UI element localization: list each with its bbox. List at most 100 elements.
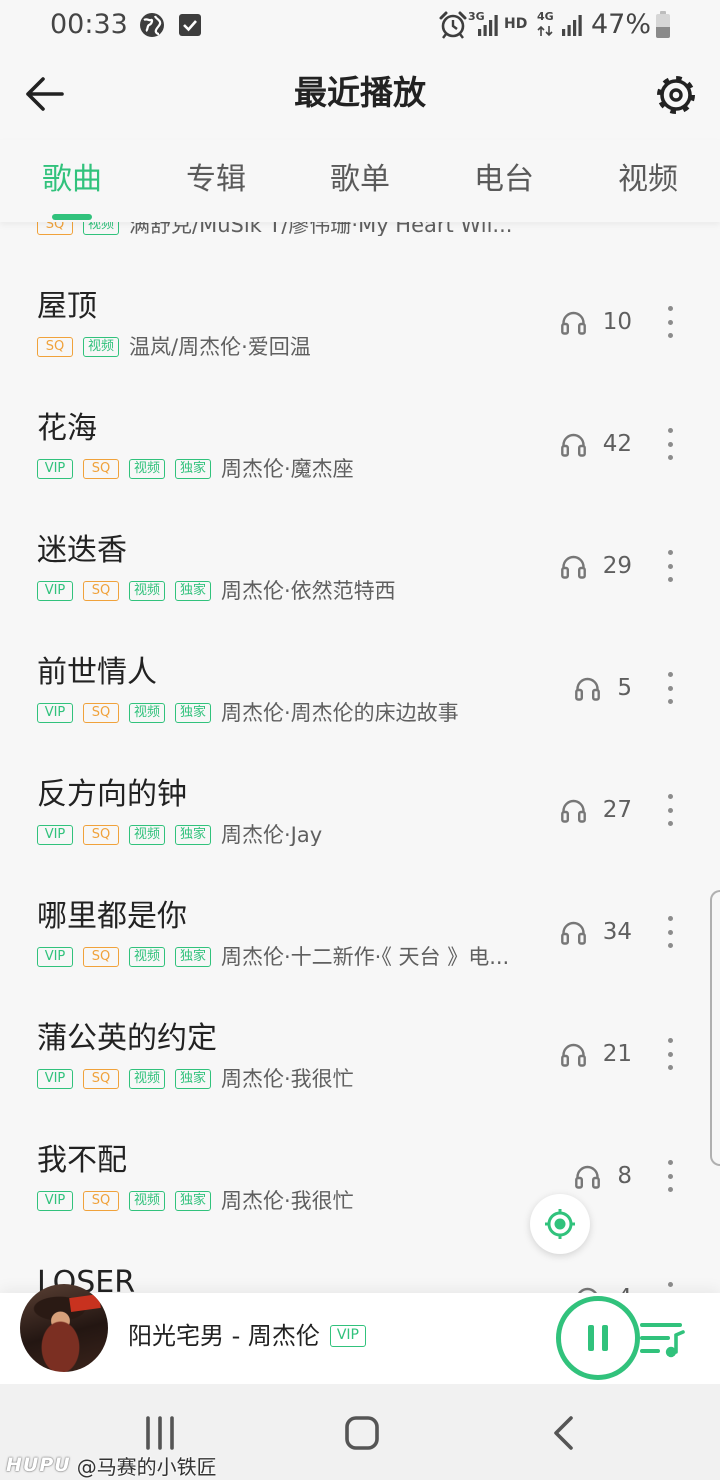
more-vertical-icon (667, 550, 673, 555)
badge-video: 视频 (129, 947, 165, 967)
tab-radio[interactable]: 电台 (432, 140, 576, 222)
song-row[interactable]: 我不配 VIP SQ 视频 独家 周杰伦·我很忙 8 (0, 1102, 720, 1224)
play-count-value: 8 (617, 1163, 632, 1189)
play-count: 34 (560, 918, 632, 946)
checkbox-icon (179, 14, 201, 36)
badge-vip: VIP (37, 703, 73, 723)
song-meta: VIP SQ 视频 独家 周杰伦·我很忙 (37, 1068, 354, 1090)
badge-video: 视频 (83, 222, 119, 235)
song-meta: VIP SQ 视频 独家 周杰伦·依然范特西 (37, 580, 396, 602)
more-vertical-icon (667, 306, 673, 311)
badge-exclusive: 独家 (175, 581, 211, 601)
mini-player[interactable]: 阳光宅男 - 周杰伦 VIP (0, 1284, 720, 1384)
song-row[interactable]: 迷迭香 VIP SQ 视频 独家 周杰伦·依然范特西 29 (0, 492, 720, 614)
badge-exclusive: 独家 (175, 825, 211, 845)
more-vertical-icon (667, 685, 673, 691)
more-options-button[interactable] (663, 304, 677, 340)
play-count-value: 42 (602, 431, 632, 457)
home-button[interactable] (342, 1413, 382, 1453)
artist-album: 周杰伦·Jay (221, 824, 323, 846)
song-list[interactable]: SQ 视频 满舒克/MuSik T/廖伟珊·My Heart Wil... 屋顶 SQ 视… (0, 222, 720, 1293)
album-art[interactable] (20, 1284, 108, 1372)
tab-albums[interactable]: 专辑 (144, 140, 288, 222)
song-row[interactable]: 花海 VIP SQ 视频 独家 周杰伦·魔杰座 42 (0, 370, 720, 492)
settings-button[interactable] (654, 73, 698, 117)
back-button[interactable] (22, 74, 66, 114)
tab-label: 专辑 (186, 162, 246, 197)
more-vertical-icon (667, 821, 673, 826)
play-count-value: 21 (602, 1041, 632, 1067)
artist-album: 温岚/周杰伦·爱回温 (129, 336, 311, 358)
more-vertical-icon (667, 916, 673, 921)
song-meta: VIP SQ 视频 独家 周杰伦·我很忙 (37, 1190, 354, 1212)
more-options-button[interactable] (663, 670, 677, 706)
more-vertical-icon (667, 943, 673, 948)
more-vertical-icon (667, 333, 673, 338)
play-count-value: 27 (602, 797, 632, 823)
tab-playlists[interactable]: 歌单 (288, 140, 432, 222)
play-count: 27 (560, 796, 632, 824)
badge-video: 视频 (129, 581, 165, 601)
more-vertical-icon (667, 672, 673, 677)
now-playing-title: 阳光宅男 - 周杰伦 (128, 1322, 320, 1350)
pause-button[interactable] (556, 1296, 640, 1380)
badge-sq: SQ (83, 1191, 119, 1211)
recent-apps-icon (146, 1416, 174, 1450)
more-vertical-icon (667, 1282, 673, 1287)
scrollbar-handle[interactable] (710, 890, 720, 1166)
badge-video: 视频 (129, 1191, 165, 1211)
more-options-button[interactable] (663, 1280, 677, 1293)
artist-album: 周杰伦·十二新作·《 天台 》电... (221, 946, 510, 968)
headphones-icon (574, 675, 601, 701)
playlist-icon[interactable] (638, 1317, 686, 1361)
artist-album: 周杰伦·我很忙 (221, 1068, 354, 1090)
more-vertical-icon (667, 455, 673, 460)
badge-sq: SQ (37, 337, 73, 357)
system-back-button[interactable] (543, 1413, 583, 1453)
badge-exclusive: 独家 (175, 947, 211, 967)
play-count-value: 10 (602, 309, 632, 335)
pause-icon (602, 1325, 608, 1351)
more-options-button[interactable] (663, 792, 677, 828)
more-options-button[interactable] (663, 548, 677, 584)
song-row[interactable]: 反方向的钟 VIP SQ 视频 独家 周杰伦·Jay 27 (0, 736, 720, 858)
more-vertical-icon (667, 428, 673, 433)
headphones-icon (560, 919, 587, 945)
more-vertical-icon (667, 319, 673, 325)
more-vertical-icon (667, 1038, 673, 1043)
locate-current-song-button[interactable] (530, 1194, 590, 1254)
headphones-icon (560, 309, 587, 335)
song-row[interactable]: 屋顶 SQ 视频 温岚/周杰伦·爱回温 10 (0, 248, 720, 370)
song-meta: VIP SQ 视频 独家 周杰伦·十二新作·《 天台 》电... (37, 946, 509, 968)
arrow-left-icon (26, 77, 64, 111)
more-options-button[interactable] (663, 1158, 677, 1194)
badge-exclusive: 独家 (175, 703, 211, 723)
tab-label: 电台 (474, 162, 534, 197)
recent-apps-button[interactable] (140, 1413, 180, 1453)
song-title: 我不配 (37, 1143, 127, 1178)
badge-sq: SQ (83, 1069, 119, 1089)
more-vertical-icon (667, 699, 673, 704)
badge-exclusive: 独家 (175, 1191, 211, 1211)
headphones-icon (560, 797, 587, 823)
more-vertical-icon (667, 1051, 673, 1057)
song-row[interactable]: 前世情人 VIP SQ 视频 独家 周杰伦·周杰伦的床边故事 5 (0, 614, 720, 736)
more-options-button[interactable] (663, 1036, 677, 1072)
tab-bar: 歌曲 专辑 歌单 电台 视频 (0, 140, 720, 222)
song-row[interactable]: SQ 视频 满舒克/MuSik T/廖伟珊·My Heart Wil... (0, 222, 720, 248)
more-vertical-icon (667, 1065, 673, 1070)
song-row[interactable]: LOSER4 (0, 1224, 720, 1293)
badge-video: 视频 (129, 1069, 165, 1089)
artist-album: 周杰伦·我很忙 (221, 1190, 354, 1212)
tab-videos[interactable]: 视频 (576, 140, 720, 222)
song-row[interactable]: 哪里都是你 VIP SQ 视频 独家 周杰伦·十二新作·《 天台 》电... 34 (0, 858, 720, 980)
tab-label: 视频 (618, 162, 678, 197)
more-options-button[interactable] (663, 914, 677, 950)
more-options-button[interactable] (663, 426, 677, 462)
tab-songs[interactable]: 歌曲 (0, 140, 144, 222)
album-art-detail (69, 1293, 101, 1313)
badge-vip: VIP (37, 459, 73, 479)
badge-video: 视频 (129, 825, 165, 845)
watermark-handle: @马赛的小铁匠 (76, 1454, 217, 1479)
song-row[interactable]: 蒲公英的约定 VIP SQ 视频 独家 周杰伦·我很忙 21 (0, 980, 720, 1102)
